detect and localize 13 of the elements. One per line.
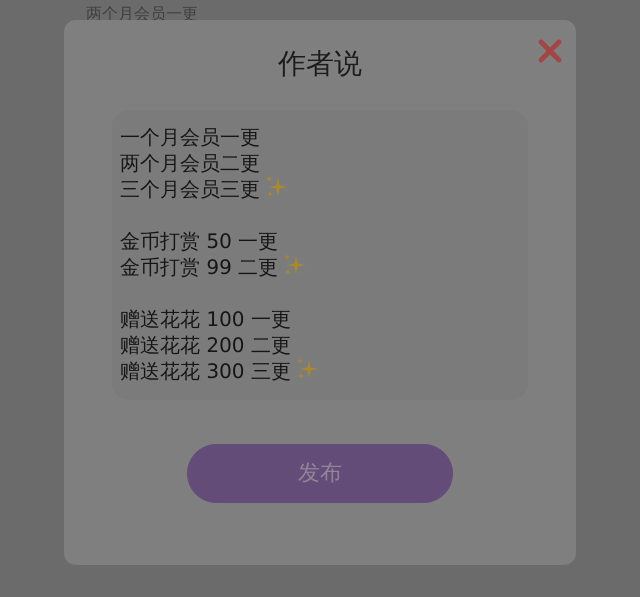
message-field[interactable]: 一个月会员一更 两个月会员二更 三个月会员三更 金币打赏 50 一更 金币打赏 99 二更 赠送花花 100 一更 赠送花花 200 二更 赠送花花 300 三更 [112,110,528,400]
close-icon[interactable] [537,38,563,64]
message-line: 赠送花花 300 三更 [120,358,291,384]
message-line: 一个月会员一更 [120,124,260,150]
message-line: 两个月会员二更 [120,150,260,176]
message-line: 赠送花花 200 二更 [120,332,291,358]
message-line: 金币打赏 50 一更 [120,228,278,254]
sparkles-icon [264,175,288,199]
sparkles-icon [282,253,306,277]
message-line: 金币打赏 99 二更 [120,254,278,280]
message-line: 三个月会员三更 [120,176,260,202]
message-line: 赠送花花 100 一更 [120,306,291,332]
dialog-title: 作者说 [278,46,362,82]
